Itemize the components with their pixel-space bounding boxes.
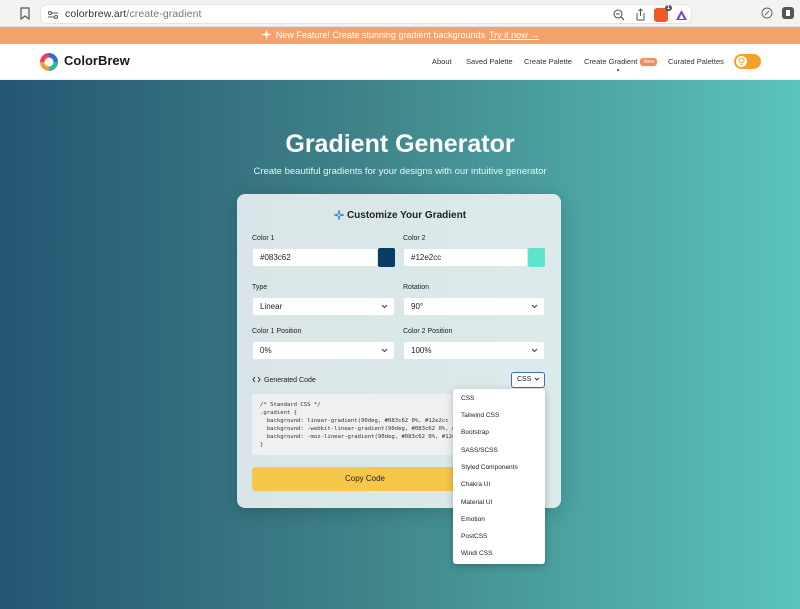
brave-shields-icon[interactable]: 1 bbox=[654, 5, 672, 22]
format-dropdown-menu: CSS Tailwind CSS Bootstrap SASS/SCSS Sty… bbox=[453, 389, 545, 564]
pos1-select[interactable]: 0% bbox=[252, 341, 395, 360]
copy-code-button[interactable]: Copy Code bbox=[252, 467, 478, 491]
card-title-text: Customize Your Gradient bbox=[346, 210, 467, 221]
nav-link-about[interactable]: About bbox=[432, 57, 452, 66]
format-select[interactable]: CSS bbox=[511, 372, 545, 388]
code-line: background: -moz-linear-gradient(90deg, … bbox=[266, 434, 454, 440]
nav-link-saved-palette[interactable]: Saved Palette bbox=[466, 57, 513, 66]
share-icon[interactable] bbox=[635, 8, 646, 21]
chevron-down-icon bbox=[381, 304, 388, 309]
color1-label: Color 1 bbox=[252, 235, 275, 242]
try-it-now-link[interactable]: Try it now → bbox=[489, 30, 539, 40]
color1-input[interactable]: #083c62 bbox=[252, 248, 378, 267]
format-option-material[interactable]: Material UI bbox=[461, 499, 492, 506]
bookmark-icon[interactable] bbox=[20, 7, 30, 20]
url-text: colorbrew.art/create-gradient bbox=[65, 8, 202, 20]
nav-link-create-gradient-label: Create Gradient bbox=[584, 57, 638, 66]
pos2-value: 100% bbox=[411, 346, 432, 355]
generated-code-label: Generated Code bbox=[264, 377, 316, 384]
site-settings-icon[interactable] bbox=[47, 9, 59, 21]
color2-input[interactable]: #12e2cc bbox=[403, 248, 528, 267]
extensions-icon[interactable] bbox=[781, 6, 795, 20]
code-line: } bbox=[260, 442, 264, 448]
sparkle-icon bbox=[260, 29, 272, 40]
code-icon bbox=[252, 376, 261, 383]
page-subtitle: Create beautiful gradients for your desi… bbox=[253, 166, 547, 177]
pos2-label: Color 2 Position bbox=[403, 328, 453, 335]
new-badge: New bbox=[640, 58, 658, 66]
code-line: /* Standard CSS */ bbox=[260, 402, 321, 408]
pos1-value: 0% bbox=[260, 346, 272, 355]
browser-toolbar: colorbrew.art/create-gradient 1 bbox=[0, 0, 800, 27]
lightbulb-icon bbox=[738, 57, 745, 65]
active-indicator bbox=[617, 69, 619, 71]
pos1-label: Color 1 Position bbox=[252, 328, 302, 335]
page-title: Gradient Generator bbox=[285, 130, 515, 158]
format-option-css[interactable]: CSS bbox=[461, 395, 474, 402]
chevron-down-icon bbox=[531, 348, 538, 353]
nav-link-create-gradient[interactable]: Create Gradient New bbox=[584, 57, 658, 66]
code-line: background: -webkit-linear-gradient(90de… bbox=[266, 426, 454, 432]
format-option-sass[interactable]: SASS/SCSS bbox=[461, 447, 498, 454]
zoom-out-icon[interactable] bbox=[613, 9, 625, 21]
nav-links: About Saved Palette Create Palette Creat… bbox=[0, 44, 800, 80]
code-block: /* Standard CSS */ .gradient { background… bbox=[252, 394, 454, 455]
pos2-select[interactable]: 100% bbox=[403, 341, 545, 360]
shields-count-badge: 1 bbox=[664, 5, 672, 11]
format-option-chakra[interactable]: Chakra UI bbox=[461, 481, 490, 488]
format-option-emotion[interactable]: Emotion bbox=[461, 516, 485, 523]
chevron-down-icon bbox=[531, 304, 538, 309]
type-value: Linear bbox=[260, 302, 283, 311]
card-title: Customize Your Gradient bbox=[0, 209, 800, 221]
code-line: .gradient { bbox=[260, 410, 298, 416]
code-line: background: linear-gradient(90deg, #083c… bbox=[260, 418, 454, 424]
sparkle-icon bbox=[333, 209, 345, 221]
banner-text: New Feature! Create stunning gradient ba… bbox=[275, 30, 485, 40]
format-option-tailwind[interactable]: Tailwind CSS bbox=[461, 412, 499, 419]
color1-swatch[interactable] bbox=[378, 248, 395, 267]
rotation-value: 90° bbox=[411, 302, 424, 311]
announcement-banner: New Feature! Create stunning gradient ba… bbox=[0, 27, 800, 44]
chevron-down-icon bbox=[381, 348, 388, 353]
address-bar[interactable]: colorbrew.art/create-gradient 1 bbox=[40, 4, 692, 24]
leo-ai-icon[interactable] bbox=[761, 7, 773, 19]
type-select[interactable]: Linear bbox=[252, 297, 395, 316]
type-label: Type bbox=[252, 284, 268, 291]
rotation-label: Rotation bbox=[403, 284, 430, 291]
chevron-down-icon bbox=[534, 377, 540, 381]
nav-link-create-palette[interactable]: Create Palette bbox=[524, 57, 572, 66]
format-option-postcss[interactable]: PostCSS bbox=[461, 533, 487, 540]
color2-swatch[interactable] bbox=[528, 248, 545, 267]
brave-rewards-icon[interactable] bbox=[675, 9, 688, 21]
top-nav: ColorBrew About Saved Palette Create Pal… bbox=[0, 44, 800, 80]
rotation-select[interactable]: 90° bbox=[403, 297, 545, 316]
color2-label: Color 2 bbox=[403, 235, 426, 242]
format-value: CSS bbox=[517, 376, 532, 383]
nav-link-curated-palettes[interactable]: Curated Palettes bbox=[668, 57, 724, 66]
generated-code-heading: Generated Code bbox=[252, 376, 316, 384]
theme-toggle[interactable] bbox=[734, 54, 761, 69]
format-option-styled-components[interactable]: Styled Components bbox=[461, 464, 518, 471]
format-option-bootstrap[interactable]: Bootstrap bbox=[461, 429, 489, 436]
format-option-windi[interactable]: Windi CSS bbox=[461, 550, 492, 557]
